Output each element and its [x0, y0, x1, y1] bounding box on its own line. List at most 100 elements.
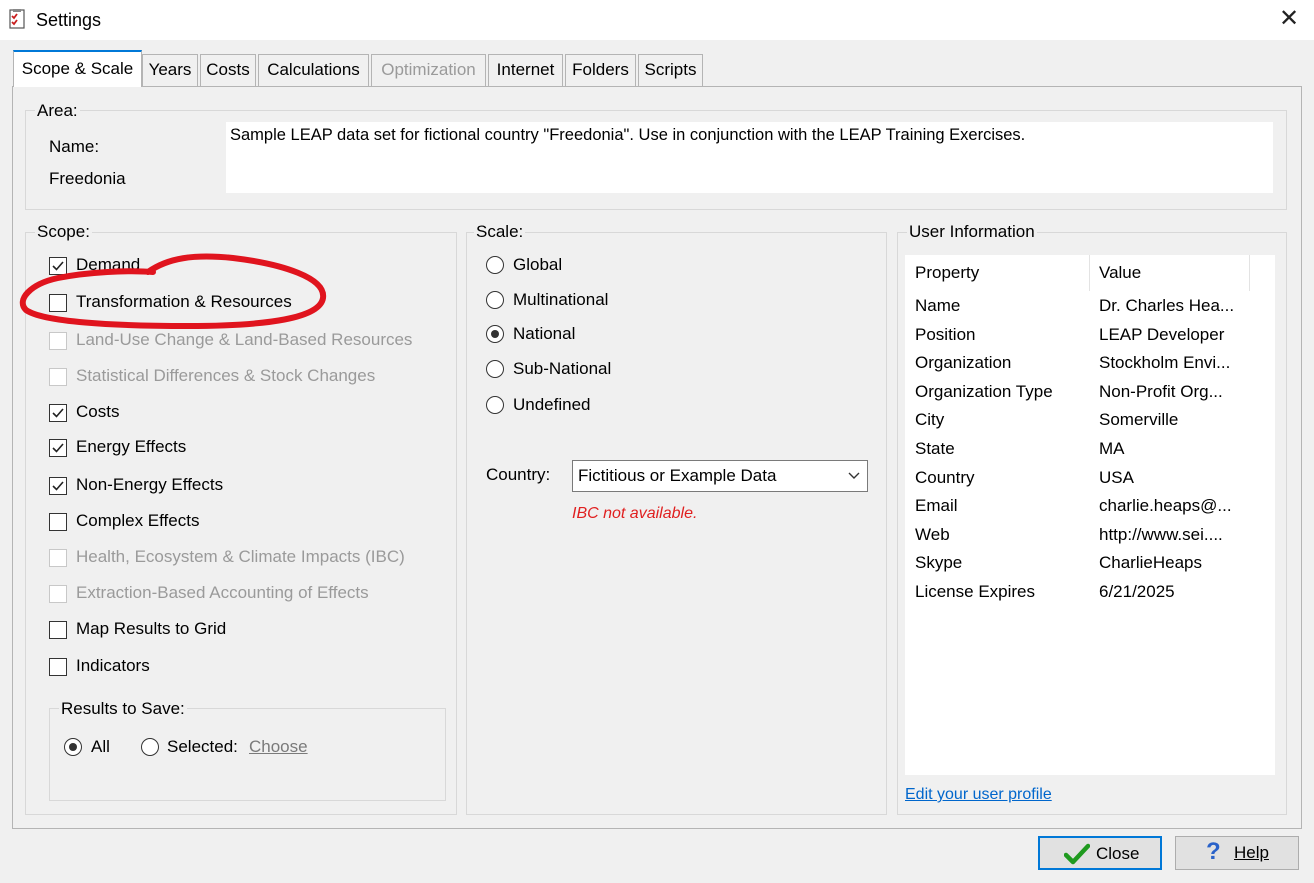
- user-info-property[interactable]: Country: [915, 468, 975, 488]
- user-info-value[interactable]: Stockholm Envi...: [1099, 353, 1230, 373]
- window-title: Settings: [36, 10, 102, 30]
- scale-group: [466, 232, 887, 815]
- tab-scope-scale[interactable]: Scope & Scale: [13, 50, 142, 87]
- user-info-value[interactable]: Non-Profit Org...: [1099, 382, 1223, 402]
- scope-checkbox[interactable]: [49, 658, 67, 676]
- user-info-value[interactable]: Dr. Charles Hea...: [1099, 296, 1234, 316]
- scale-label: Scale:: [474, 222, 526, 242]
- user-info-property[interactable]: License Expires: [915, 582, 1035, 602]
- tab-folders[interactable]: Folders: [565, 54, 636, 86]
- scope-checkbox: [49, 368, 67, 386]
- help-button[interactable]: ? Help: [1175, 836, 1299, 870]
- column-divider[interactable]: [1249, 255, 1250, 291]
- tab-internet[interactable]: Internet: [488, 54, 563, 86]
- scope-item-label: Demand: [76, 255, 141, 274]
- scope-item-label: Land-Use Change & Land-Based Resources: [76, 330, 413, 349]
- results-all-label: All: [91, 737, 110, 756]
- scope-checkbox[interactable]: [49, 477, 67, 495]
- scope-item-label: Energy Effects: [76, 437, 187, 456]
- area-description: Sample LEAP data set for fictional count…: [230, 126, 1026, 144]
- user-info-property[interactable]: Organization: [915, 353, 1011, 373]
- user-info-property[interactable]: City: [915, 410, 944, 430]
- user-info-value[interactable]: Somerville: [1099, 410, 1178, 430]
- results-to-save-label: Results to Save:: [59, 699, 187, 719]
- title-bar: [0, 0, 1314, 40]
- scale-option-label: Sub-National: [513, 359, 612, 378]
- user-info-property[interactable]: Email: [915, 496, 958, 516]
- scope-checkbox: [49, 585, 67, 603]
- scope-item-label: Complex Effects: [76, 511, 200, 530]
- checkmark-icon: [52, 261, 64, 271]
- name-label: Name:: [49, 137, 100, 156]
- results-selected-label: Selected:: [167, 737, 238, 756]
- scale-radio[interactable]: [486, 360, 504, 378]
- area-name-value: Freedonia: [49, 169, 126, 188]
- user-info-list[interactable]: Property Value Name Dr. Charles Hea... Pos…: [905, 255, 1275, 775]
- scope-label: Scope:: [35, 222, 92, 242]
- user-info-property[interactable]: Organization Type: [915, 382, 1053, 402]
- scope-item-label: Statistical Differences & Stock Changes: [76, 366, 376, 385]
- scope-checkbox[interactable]: [49, 513, 67, 531]
- scale-radio[interactable]: [486, 325, 504, 343]
- ibc-message: IBC not available.: [572, 505, 698, 522]
- country-label: Country:: [486, 465, 551, 484]
- column-header-property[interactable]: Property: [915, 263, 979, 283]
- checkmark-icon: [52, 481, 64, 491]
- user-info-property[interactable]: State: [915, 439, 955, 459]
- user-info-property[interactable]: Name: [915, 296, 960, 316]
- area-description-field[interactable]: Sample LEAP data set for fictional count…: [226, 122, 1273, 193]
- close-icon[interactable]: ✕: [1276, 6, 1302, 32]
- scale-option-label: Multinational: [513, 290, 609, 309]
- tab-years[interactable]: Years: [142, 54, 198, 86]
- scope-checkbox[interactable]: [49, 404, 67, 422]
- country-dropdown[interactable]: Fictitious or Example Data: [572, 460, 868, 492]
- tab-costs[interactable]: Costs: [200, 54, 256, 86]
- scope-checkbox[interactable]: [49, 294, 67, 312]
- choose-link[interactable]: Choose: [249, 737, 308, 757]
- settings-app-icon: [9, 9, 27, 29]
- scope-checkbox[interactable]: [49, 257, 67, 275]
- country-value: Fictitious or Example Data: [578, 466, 777, 485]
- scope-checkbox: [49, 549, 67, 567]
- checkmark-icon: [1064, 843, 1090, 865]
- scope-checkbox[interactable]: [49, 439, 67, 457]
- scale-radio[interactable]: [486, 291, 504, 309]
- scope-checkbox[interactable]: [49, 621, 67, 639]
- checkmark-icon: [52, 443, 64, 453]
- user-info-property[interactable]: Skype: [915, 553, 962, 573]
- user-info-value[interactable]: USA: [1099, 468, 1134, 488]
- tab-scripts[interactable]: Scripts: [638, 54, 703, 86]
- user-info-value[interactable]: http://www.sei....: [1099, 525, 1223, 545]
- tab-optimization[interactable]: Optimization: [371, 54, 486, 86]
- user-info-value[interactable]: charlie.heaps@...: [1099, 496, 1232, 516]
- area-label: Area:: [35, 101, 80, 121]
- scope-item-label: Indicators: [76, 656, 150, 675]
- question-icon: ?: [1206, 838, 1221, 865]
- scope-checkbox: [49, 332, 67, 350]
- close-button[interactable]: Close: [1038, 836, 1162, 870]
- user-info-value[interactable]: 6/21/2025: [1099, 582, 1175, 602]
- results-all-radio[interactable]: [64, 738, 82, 756]
- scope-item-label: Transformation & Resources: [76, 292, 292, 311]
- scale-radio[interactable]: [486, 256, 504, 274]
- tab-calculations[interactable]: Calculations: [258, 54, 369, 86]
- user-info-property[interactable]: Position: [915, 325, 975, 345]
- chevron-down-icon: [848, 472, 860, 479]
- scope-item-label: Health, Ecosystem & Climate Impacts (IBC…: [76, 547, 405, 566]
- user-info-label: User Information: [907, 222, 1037, 242]
- user-info-property[interactable]: Web: [915, 525, 950, 545]
- scale-option-label: Undefined: [513, 395, 591, 414]
- user-info-value[interactable]: LEAP Developer: [1099, 325, 1224, 345]
- scale-option-label: National: [513, 324, 576, 343]
- user-info-value[interactable]: CharlieHeaps: [1099, 553, 1202, 573]
- scale-option-label: Global: [513, 255, 563, 274]
- user-info-value[interactable]: MA: [1099, 439, 1125, 459]
- column-header-value[interactable]: Value: [1099, 263, 1141, 283]
- results-selected-radio[interactable]: [141, 738, 159, 756]
- help-button-label: Help: [1234, 843, 1269, 862]
- scale-radio[interactable]: [486, 396, 504, 414]
- edit-user-profile-link[interactable]: Edit your user profile: [905, 786, 1052, 804]
- scope-item-label: Map Results to Grid: [76, 619, 227, 638]
- scope-item-label: Costs: [76, 402, 120, 421]
- column-divider[interactable]: [1089, 255, 1090, 291]
